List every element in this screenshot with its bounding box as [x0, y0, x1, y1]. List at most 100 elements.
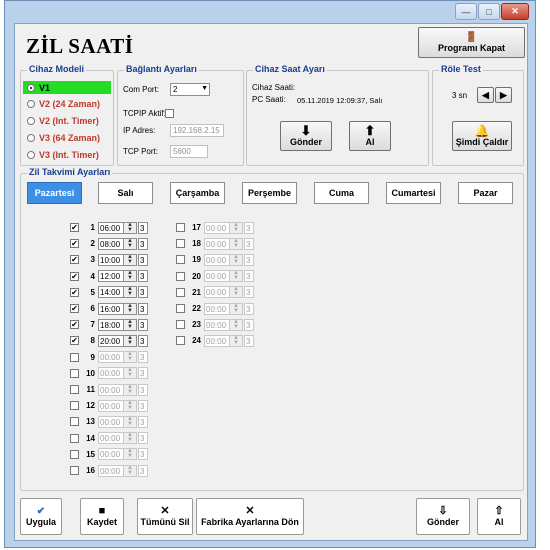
schedule-row-checkbox[interactable]	[70, 385, 79, 394]
tab-persembe[interactable]: Perşembe	[242, 182, 297, 204]
schedule-row-count[interactable]: 3	[244, 318, 254, 331]
spinner-updown-icon[interactable]: ▲ ▼	[230, 318, 243, 331]
schedule-row-count[interactable]: 3	[138, 253, 148, 266]
spinner-updown-icon[interactable]: ▲ ▼	[124, 432, 137, 445]
spinner-updown-icon[interactable]: ▲ ▼	[124, 221, 137, 234]
schedule-row-time[interactable]: 00:00	[204, 302, 230, 315]
schedule-row-time[interactable]: 20:00	[98, 334, 124, 347]
schedule-row-count[interactable]: 3	[138, 383, 148, 396]
delete-all-button[interactable]: ✕ Tümünü Sil	[137, 498, 193, 535]
tcp-port-field[interactable]: 5600	[170, 145, 208, 158]
schedule-row-count[interactable]: 3	[244, 334, 254, 347]
tab-carsamba[interactable]: Çarşamba	[170, 182, 225, 204]
ring-now-button[interactable]: 🔔 Şimdi Çaldır	[452, 121, 512, 151]
schedule-row-checkbox[interactable]	[70, 417, 79, 427]
spinner-updown-icon[interactable]: ▲ ▼	[124, 334, 137, 347]
schedule-row-count[interactable]: 3	[244, 221, 254, 234]
schedule-row-time[interactable]: 00:00	[98, 351, 124, 364]
spinner-updown-icon[interactable]: ▲ ▼	[124, 448, 137, 461]
schedule-row-checkbox[interactable]	[176, 336, 185, 346]
schedule-row-checkbox[interactable]: ✔	[70, 304, 79, 313]
minimize-button[interactable]: —	[455, 3, 477, 20]
spinner-updown-icon[interactable]: ▲ ▼	[230, 286, 243, 299]
spinner-updown-icon[interactable]: ▲ ▼	[124, 464, 137, 477]
schedule-row-checkbox[interactable]	[70, 368, 79, 378]
tab-pazar[interactable]: Pazar	[458, 182, 513, 204]
schedule-row-checkbox[interactable]	[176, 304, 185, 313]
schedule-row-checkbox[interactable]: ✔	[70, 336, 79, 346]
tcpip-checkbox[interactable]	[165, 109, 174, 118]
relay-increase-button[interactable]: ▶	[495, 87, 512, 103]
spinner-updown-icon[interactable]: ▲ ▼	[230, 302, 243, 315]
schedule-receive-button[interactable]: ⇧ Al	[477, 498, 521, 535]
schedule-row-checkbox[interactable]	[176, 223, 185, 232]
schedule-row-time[interactable]: 16:00	[98, 302, 124, 315]
schedule-row-checkbox[interactable]: ✔	[70, 239, 79, 249]
schedule-row-checkbox[interactable]: ✔	[70, 271, 79, 281]
schedule-row-time[interactable]: 10:00	[98, 253, 124, 266]
schedule-row-time[interactable]: 08:00	[98, 237, 124, 250]
schedule-row-time[interactable]: 00:00	[98, 432, 124, 445]
schedule-row-count[interactable]: 3	[138, 221, 148, 234]
schedule-row-count[interactable]: 3	[138, 432, 148, 445]
spinner-updown-icon[interactable]: ▲ ▼	[124, 286, 137, 299]
schedule-row-checkbox[interactable]	[70, 433, 79, 443]
schedule-row-count[interactable]: 3	[244, 286, 254, 299]
spinner-updown-icon[interactable]: ▲ ▼	[230, 221, 243, 234]
schedule-row-time[interactable]: 00:00	[98, 367, 124, 380]
spinner-updown-icon[interactable]: ▲ ▼	[230, 334, 243, 347]
schedule-row-time[interactable]: 00:00	[204, 221, 230, 234]
schedule-row-count[interactable]: 3	[138, 351, 148, 364]
schedule-row-checkbox[interactable]	[176, 239, 185, 249]
schedule-row-time[interactable]: 00:00	[204, 318, 230, 331]
schedule-row-time[interactable]: 12:00	[98, 270, 124, 283]
clock-send-button[interactable]: ⬇ Gönder	[280, 121, 332, 151]
schedule-row-count[interactable]: 3	[138, 448, 148, 461]
spinner-updown-icon[interactable]: ▲ ▼	[230, 270, 243, 283]
schedule-row-count[interactable]: 3	[244, 302, 254, 315]
spinner-updown-icon[interactable]: ▲ ▼	[124, 270, 137, 283]
schedule-row-count[interactable]: 3	[138, 286, 148, 299]
schedule-row-time[interactable]: 14:00	[98, 286, 124, 299]
schedule-row-count[interactable]: 3	[138, 334, 148, 347]
schedule-row-checkbox[interactable]: ✔	[70, 255, 79, 265]
schedule-row-checkbox[interactable]: ✔	[70, 320, 79, 330]
tab-cumartesi[interactable]: Cumartesi	[386, 182, 441, 204]
tab-sali[interactable]: Salı	[98, 182, 153, 204]
spinner-updown-icon[interactable]: ▲ ▼	[124, 302, 137, 315]
schedule-row-checkbox[interactable]	[176, 271, 185, 281]
schedule-row-checkbox[interactable]: ✔	[70, 287, 79, 297]
schedule-row-count[interactable]: 3	[138, 237, 148, 250]
schedule-row-count[interactable]: 3	[244, 237, 254, 250]
schedule-row-time[interactable]: 00:00	[204, 334, 230, 347]
schedule-row-count[interactable]: 3	[138, 415, 148, 428]
schedule-row-checkbox[interactable]	[176, 255, 185, 265]
schedule-row-time[interactable]: 00:00	[204, 286, 230, 299]
schedule-row-time[interactable]: 00:00	[98, 383, 124, 396]
ip-address-field[interactable]: 192.168.2.15	[170, 124, 224, 137]
schedule-row-count[interactable]: 3	[138, 302, 148, 315]
com-port-select[interactable]: 2 ▼	[170, 83, 210, 96]
factory-reset-button[interactable]: ✕ Fabrika Ayarlarına Dön	[196, 498, 304, 535]
model-option-v3-64[interactable]: V3 (64 Zaman)	[27, 133, 100, 143]
spinner-updown-icon[interactable]: ▲ ▼	[230, 237, 243, 250]
schedule-row-count[interactable]: 3	[138, 318, 148, 331]
spinner-updown-icon[interactable]: ▲ ▼	[124, 383, 137, 396]
schedule-row-time[interactable]: 00:00	[204, 237, 230, 250]
model-option-v3-timer[interactable]: V3 (Int. Timer)	[27, 150, 99, 160]
save-button[interactable]: ■ Kaydet	[80, 498, 124, 535]
close-window-button[interactable]: ✕	[501, 3, 529, 20]
schedule-row-time[interactable]: 00:00	[98, 399, 124, 412]
schedule-row-count[interactable]: 3	[138, 270, 148, 283]
schedule-row-time[interactable]: 18:00	[98, 318, 124, 331]
schedule-row-count[interactable]: 3	[244, 253, 254, 266]
spinner-updown-icon[interactable]: ▲ ▼	[124, 399, 137, 412]
schedule-row-count[interactable]: 3	[138, 399, 148, 412]
spinner-updown-icon[interactable]: ▲ ▼	[124, 351, 137, 364]
schedule-row-time[interactable]: 00:00	[204, 270, 230, 283]
schedule-row-checkbox[interactable]: ✔	[70, 223, 79, 232]
spinner-updown-icon[interactable]: ▲ ▼	[124, 318, 137, 331]
close-program-button[interactable]: 🚪 Programı Kapat	[418, 27, 525, 58]
schedule-row-time[interactable]: 00:00	[98, 448, 124, 461]
spinner-updown-icon[interactable]: ▲ ▼	[230, 253, 243, 266]
